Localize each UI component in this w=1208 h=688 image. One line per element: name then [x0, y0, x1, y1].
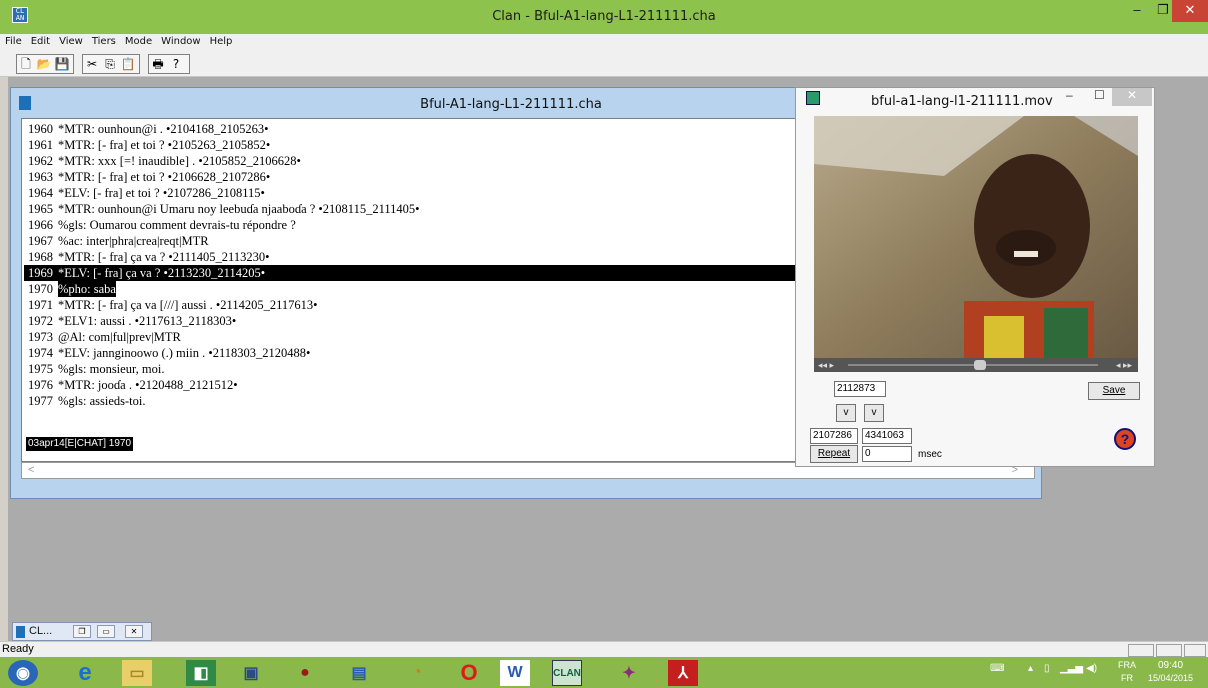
- open-file-icon[interactable]: 📂: [35, 55, 53, 73]
- store-icon[interactable]: ◧: [186, 660, 216, 686]
- set-end-button[interactable]: v: [864, 404, 884, 422]
- app-icon[interactable]: ✦: [614, 660, 644, 686]
- end-time-field[interactable]: 4341063: [862, 428, 912, 444]
- mode-status-line: 03apr14[E|CHAT] 1970: [26, 437, 134, 451]
- menu-file[interactable]: File: [0, 34, 26, 47]
- status-pane: [1128, 644, 1154, 657]
- repeat-count-field[interactable]: 0: [862, 446, 912, 462]
- firefox-icon[interactable]: ◔: [402, 660, 432, 686]
- pdf-reader-icon[interactable]: ⅄: [668, 660, 698, 686]
- set-start-button[interactable]: v: [836, 404, 856, 422]
- misc-tool-group: 🖶 ?: [148, 54, 190, 74]
- movie-minimize-button[interactable]: –: [1066, 88, 1073, 102]
- menu-view[interactable]: View: [54, 34, 87, 47]
- start-button-icon[interactable]: ◉: [8, 660, 38, 686]
- clock-time[interactable]: 09:40: [1158, 660, 1183, 671]
- movie-maximize-button[interactable]: ☐: [1094, 88, 1105, 102]
- window-title: Clan - Bful-A1-lang-L1-211111.cha: [492, 9, 716, 24]
- video-scrubber[interactable]: ◂◂ ▸ ◂ ▸▸: [814, 358, 1138, 372]
- movie-close-button[interactable]: ✕: [1112, 88, 1152, 106]
- file-explorer-icon[interactable]: ▭: [122, 660, 152, 686]
- restore-icon[interactable]: ❐: [73, 625, 91, 638]
- volume-icon[interactable]: ◀): [1086, 663, 1097, 674]
- video-frame[interactable]: [814, 116, 1138, 358]
- cut-icon[interactable]: ✂: [83, 55, 101, 73]
- video-image: [814, 116, 1138, 358]
- opera-icon[interactable]: O: [454, 660, 484, 686]
- repeat-button[interactable]: Repeat: [810, 445, 858, 463]
- status-bar: Ready: [0, 641, 1208, 657]
- menu-help[interactable]: Help: [205, 34, 237, 47]
- internet-explorer-icon[interactable]: e: [70, 659, 100, 686]
- step-forward-icon[interactable]: ◂ ▸▸: [1116, 358, 1132, 372]
- close-icon[interactable]: ✕: [125, 625, 143, 638]
- word-icon[interactable]: W: [500, 660, 530, 686]
- help-icon[interactable]: ?: [167, 55, 185, 73]
- movie-help-icon[interactable]: ?: [1114, 428, 1136, 450]
- save-button[interactable]: Save: [1088, 382, 1140, 400]
- maximize-icon[interactable]: ▭: [97, 625, 115, 638]
- tray-arrow-icon[interactable]: ▴: [1028, 663, 1033, 674]
- clan-taskbar-icon[interactable]: CLAN: [552, 660, 582, 686]
- status-pane: [1184, 644, 1206, 657]
- title-bar: CL AN Clan - Bful-A1-lang-L1-211111.cha …: [0, 0, 1208, 34]
- signal-icon[interactable]: ▁▃▅: [1060, 663, 1083, 674]
- language-sub-indicator[interactable]: FR: [1121, 673, 1133, 683]
- menu-bar: File Edit View Tiers Mode Window Help: [0, 34, 1208, 51]
- document-icon: [16, 626, 25, 638]
- menu-edit[interactable]: Edit: [26, 34, 54, 47]
- msec-label: msec: [918, 449, 942, 460]
- save-file-icon[interactable]: 💾: [53, 55, 71, 73]
- movie-app-icon: [806, 91, 820, 105]
- new-file-icon[interactable]: 🗋: [17, 55, 35, 73]
- taskbar: ◉ e ▭ ◧ ▣ ● ▤ ◔ O W CLAN ✦ ⅄ ⌨ ▴ ▯ ▁▃▅ ◀…: [0, 657, 1208, 688]
- edit-tool-group: ✂ ⎘ 📋: [82, 54, 140, 74]
- menu-mode[interactable]: Mode: [120, 34, 156, 47]
- scrubber-track[interactable]: [848, 364, 1098, 366]
- movie-window: bful-a1-lang-l1-211111.mov – ☐ ✕ ◂◂ ▸ ◂ …: [795, 87, 1155, 467]
- scroll-left-icon[interactable]: <: [28, 464, 34, 476]
- toolbar: 🗋 📂 💾 ✂ ⎘ 📋 🖶 ?: [0, 51, 1208, 77]
- print-icon[interactable]: 🖶: [149, 55, 167, 73]
- remote-desktop-icon[interactable]: ▣: [236, 660, 266, 686]
- copy-icon[interactable]: ⎘: [101, 55, 119, 73]
- scrubber-thumb[interactable]: [974, 360, 986, 370]
- close-button[interactable]: ✕: [1172, 0, 1208, 22]
- minimized-window-label: CL...: [29, 625, 53, 637]
- language-indicator[interactable]: FRA: [1118, 660, 1136, 670]
- minimized-window[interactable]: CL... ❐ ▭ ✕: [12, 622, 152, 641]
- keyboard-icon[interactable]: ⌨: [990, 663, 1004, 674]
- step-back-icon[interactable]: ◂◂ ▸: [818, 358, 834, 372]
- current-time-field[interactable]: 2112873: [834, 381, 886, 397]
- movie-title: bful-a1-lang-l1-211111.mov: [871, 94, 1053, 109]
- status-text: Ready: [2, 643, 34, 655]
- menu-window[interactable]: Window: [156, 34, 204, 47]
- window-app-icon[interactable]: ▤: [344, 660, 374, 686]
- file-tool-group: 🗋 📂 💾: [16, 54, 74, 74]
- menu-tiers[interactable]: Tiers: [87, 34, 120, 47]
- status-pane: [1156, 644, 1182, 657]
- clock-date[interactable]: 15/04/2015: [1148, 673, 1193, 683]
- start-time-field[interactable]: 2107286: [810, 428, 858, 444]
- media-app-icon[interactable]: ●: [290, 660, 320, 686]
- paste-icon[interactable]: 📋: [119, 55, 137, 73]
- battery-icon[interactable]: ▯: [1044, 663, 1050, 674]
